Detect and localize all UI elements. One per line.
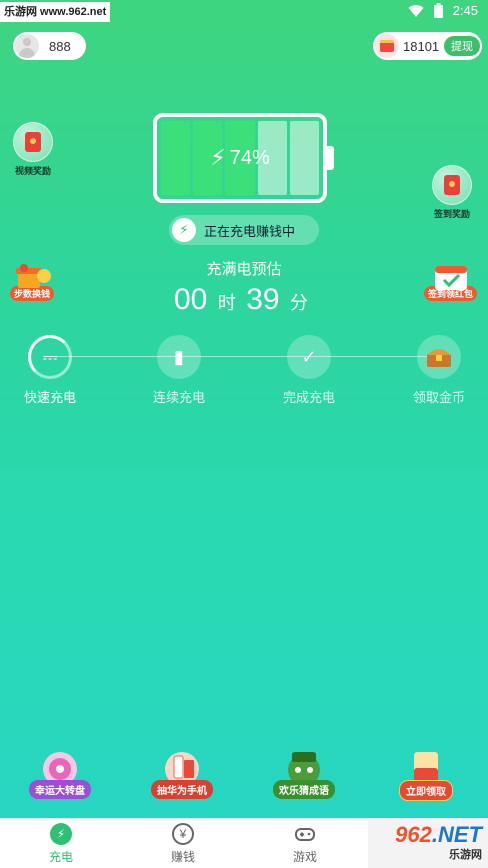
coin-balance-pill[interactable]: 18101 提现	[373, 32, 482, 60]
step-label: 完成充电	[282, 390, 335, 405]
countdown-redpacket-button[interactable]: 立即领取	[381, 750, 471, 801]
battery-status-icon	[433, 3, 443, 18]
step-label: 快速充电	[23, 390, 76, 405]
games-row: 幸运大转盘 抽华为手机 欢乐猜成语 立即领取	[0, 750, 488, 805]
video-reward-label: 视频奖励	[14, 166, 51, 176]
check-icon: ✓	[287, 335, 331, 379]
status-indicators: 2:45	[408, 3, 478, 18]
charging-status-text: 正在充电赚钱中	[204, 223, 296, 239]
battery-percent: ⚡︎ 74%	[153, 113, 327, 203]
phone-prize-button[interactable]: 抽华为手机	[137, 750, 227, 799]
redpacket-icon	[13, 122, 53, 162]
tab-label: 充电	[48, 849, 73, 864]
watermark-brand: 962.NET	[395, 822, 482, 847]
timer-hour-unit: 时	[217, 293, 236, 313]
timer-minute-unit: 分	[290, 293, 309, 313]
step-charge-complete: ✓ 完成充电	[259, 335, 359, 406]
site-watermark: 乐游网 www.962.net	[0, 2, 111, 22]
step-fast-charge: ⎓ 快速充电	[0, 335, 100, 406]
battery-icon: ▮	[157, 335, 201, 379]
status-bar: 乐游网 www.962.net 2:45	[0, 0, 488, 24]
signin-reward-label: 签到奖励	[433, 209, 470, 219]
step-label: 领取金币	[412, 390, 465, 405]
treasure-chest-icon	[417, 335, 461, 379]
redpacket-coin-icon	[375, 34, 399, 58]
bolt-icon: ⚡︎	[210, 145, 226, 170]
watermark-sub: 乐游网	[449, 849, 482, 861]
step-label: 连续充电	[152, 390, 205, 405]
gamepad-icon	[295, 827, 315, 841]
tab-earn[interactable]: ¥ 赚钱	[122, 819, 244, 868]
site-logo-watermark: 962.NET 乐游网	[368, 818, 488, 868]
full-charge-timer: 00 时 39 分	[0, 283, 488, 317]
battery-percent-text: 74%	[229, 146, 270, 169]
idiom-game-button[interactable]: 欢乐猜成语	[259, 750, 349, 799]
wifi-icon	[408, 4, 424, 17]
yuan-icon: ¥	[172, 822, 194, 845]
timer-hours: 00	[173, 283, 208, 316]
step-continuous-charge: ▮ 连续充电	[129, 335, 229, 406]
clock: 2:45	[452, 3, 478, 18]
tab-games[interactable]: 游戏	[244, 819, 366, 868]
plug-icon: ⚡︎	[172, 218, 196, 242]
steps-connector-line	[46, 356, 442, 357]
user-points: 888	[49, 38, 71, 54]
bolt-icon: ⚡︎	[50, 822, 72, 845]
lucky-wheel-button[interactable]: 幸运大转盘	[15, 750, 105, 799]
tab-label: 游戏	[292, 849, 317, 864]
idiom-game-label: 欢乐猜成语	[273, 780, 335, 799]
video-reward-bubble[interactable]: 视频奖励	[13, 122, 53, 177]
withdraw-button[interactable]: 提现	[444, 36, 480, 56]
step-collect-coins[interactable]: 领取金币	[389, 335, 488, 406]
tab-label: 赚钱	[170, 849, 195, 864]
phone-prize-label: 抽华为手机	[151, 780, 213, 799]
redpacket-icon	[432, 165, 472, 205]
lucky-wheel-label: 幸运大转盘	[29, 780, 91, 799]
battery-cap	[327, 146, 334, 170]
tab-charge[interactable]: ⚡︎ 充电	[0, 819, 122, 868]
user-profile-pill[interactable]: 888	[13, 32, 86, 60]
timer-minutes: 39	[246, 283, 280, 316]
avatar	[15, 34, 39, 58]
charging-status-pill: ⚡︎ 正在充电赚钱中	[169, 215, 319, 245]
signin-reward-bubble[interactable]: 签到奖励	[432, 165, 472, 220]
countdown-redpacket-label: 立即领取	[399, 780, 453, 801]
full-charge-estimate-label: 充满电预估	[206, 261, 282, 278]
coin-amount: 18101	[403, 38, 440, 54]
plug-icon: ⎓	[28, 335, 72, 379]
